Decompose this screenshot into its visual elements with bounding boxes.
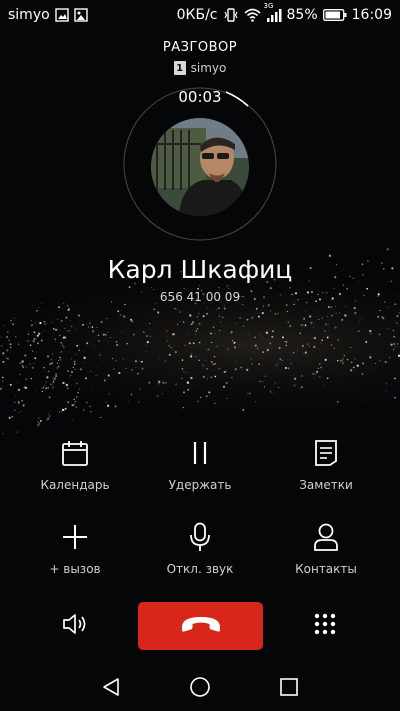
end-call-icon <box>180 615 222 637</box>
network-type: 3G <box>263 2 274 10</box>
hold-label: Удержать <box>168 478 232 492</box>
add-call-label: + вызов <box>49 562 101 576</box>
contact-person-icon <box>266 522 386 552</box>
end-call-button[interactable] <box>138 602 263 650</box>
sim-carrier: simyo <box>190 61 227 75</box>
contact-number: 656 41 00 09 <box>159 290 241 304</box>
plus-icon <box>15 522 135 552</box>
sim-icon: 1 <box>173 61 186 75</box>
dialpad-icon <box>314 613 336 639</box>
contact-name: Карл Шкафиц <box>107 255 293 284</box>
home-icon <box>189 676 211 702</box>
mute-label: Откл. звук <box>166 562 234 576</box>
microphone-icon <box>140 522 260 552</box>
speaker-button[interactable] <box>58 610 92 642</box>
data-speed: 0КБ/с <box>176 7 218 23</box>
dialpad-button[interactable] <box>308 610 342 642</box>
contacts-label: Контакты <box>295 562 357 576</box>
mute-button[interactable]: Откл. звук <box>140 522 260 576</box>
clock: 16:09 <box>351 7 392 23</box>
wifi-icon <box>243 8 261 22</box>
call-header: РАЗГОВОР 1 simyo <box>0 40 400 75</box>
battery-percent: 85% <box>286 7 318 23</box>
calendar-icon <box>15 438 135 468</box>
calendar-label: Календарь <box>40 478 110 492</box>
contact-avatar <box>151 118 249 216</box>
contacts-button[interactable]: Контакты <box>266 522 386 576</box>
battery-icon <box>322 9 347 21</box>
calendar-button[interactable]: Календарь <box>15 438 135 492</box>
sim-info: 1 simyo <box>0 61 400 75</box>
notes-button[interactable]: Заметки <box>266 438 386 492</box>
recents-button[interactable] <box>277 677 301 701</box>
hold-button[interactable]: Удержать <box>140 438 260 492</box>
recents-icon <box>279 677 299 701</box>
signal-icon: 3G <box>264 2 282 22</box>
back-button[interactable] <box>99 677 123 701</box>
notes-label: Заметки <box>299 478 353 492</box>
back-icon <box>101 677 121 701</box>
speaker-icon <box>62 613 88 639</box>
pause-icon <box>140 438 260 468</box>
call-timer: 00:03 <box>178 88 222 106</box>
add-call-button[interactable]: + вызов <box>15 522 135 576</box>
image-notification-icon <box>54 8 69 22</box>
photo-notification-icon <box>73 8 88 22</box>
navigation-bar <box>0 667 400 711</box>
carrier-label: simyo <box>8 7 50 23</box>
call-state: РАЗГОВОР <box>162 40 238 55</box>
vibrate-icon <box>223 7 239 23</box>
status-bar: simyo 0КБ/с 3G 85% 16:09 <box>0 0 400 30</box>
home-button[interactable] <box>188 677 212 701</box>
notes-icon <box>266 438 386 468</box>
